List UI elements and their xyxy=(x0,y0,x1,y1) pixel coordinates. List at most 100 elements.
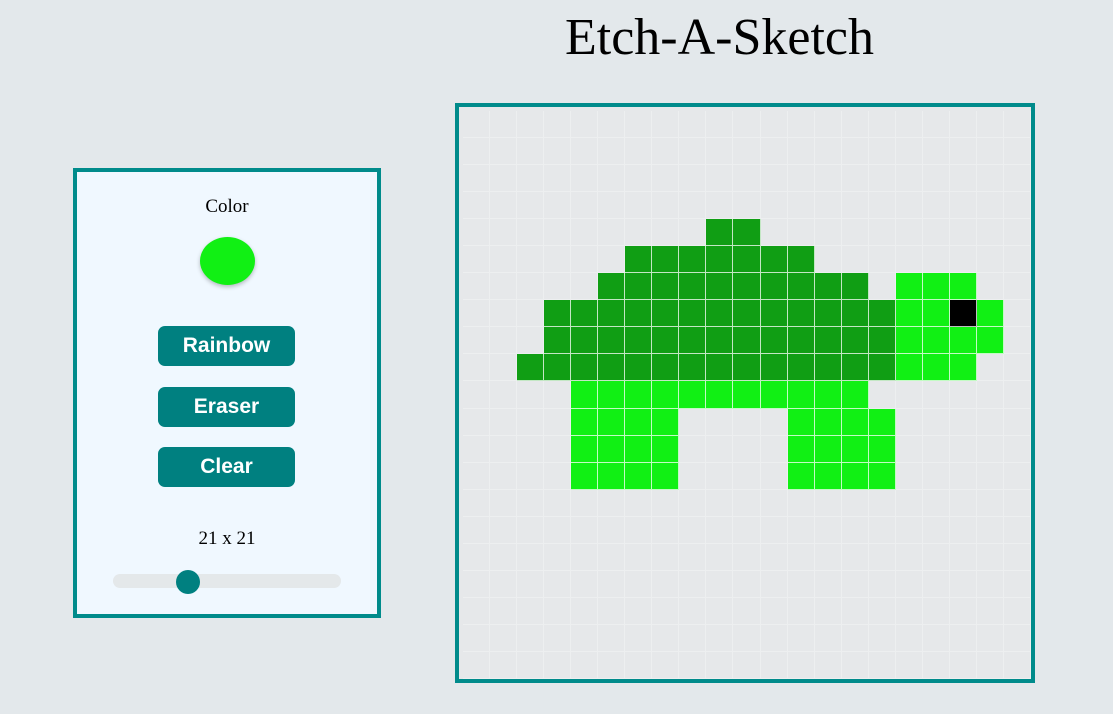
grid-cell[interactable] xyxy=(949,543,977,571)
grid-cell[interactable] xyxy=(706,435,734,463)
grid-cell[interactable] xyxy=(1003,165,1031,193)
grid-cell[interactable] xyxy=(976,435,1004,463)
grid-cell[interactable] xyxy=(868,543,896,571)
grid-cell[interactable] xyxy=(517,462,545,490)
grid-cell[interactable] xyxy=(787,300,815,328)
grid-cell[interactable] xyxy=(868,273,896,301)
grid-cell[interactable] xyxy=(760,651,788,679)
grid-cell[interactable] xyxy=(841,570,869,598)
grid-cell[interactable] xyxy=(706,192,734,220)
grid-cell[interactable] xyxy=(814,138,842,166)
grid-cell[interactable] xyxy=(976,273,1004,301)
grid-cell[interactable] xyxy=(841,192,869,220)
grid-cell[interactable] xyxy=(706,597,734,625)
grid-cell[interactable] xyxy=(679,138,707,166)
grid-cell[interactable] xyxy=(922,489,950,517)
grid-cell[interactable] xyxy=(679,624,707,652)
grid-cell[interactable] xyxy=(490,516,518,544)
grid-cell[interactable] xyxy=(706,300,734,328)
grid-cell[interactable] xyxy=(598,273,626,301)
grid-cell[interactable] xyxy=(733,273,761,301)
grid-cell[interactable] xyxy=(544,435,572,463)
grid-cell[interactable] xyxy=(544,192,572,220)
grid-cell[interactable] xyxy=(598,516,626,544)
grid-cell[interactable] xyxy=(787,543,815,571)
grid-cell[interactable] xyxy=(598,192,626,220)
grid-cell[interactable] xyxy=(544,651,572,679)
grid-cell[interactable] xyxy=(544,408,572,436)
grid-cell[interactable] xyxy=(625,624,653,652)
eraser-button[interactable]: Eraser xyxy=(158,387,295,427)
grid-cell[interactable] xyxy=(949,111,977,139)
grid-cell[interactable] xyxy=(652,462,680,490)
grid-cell[interactable] xyxy=(517,219,545,247)
grid-cell[interactable] xyxy=(490,597,518,625)
grid-cell[interactable] xyxy=(517,138,545,166)
grid-cell[interactable] xyxy=(625,273,653,301)
grid-cell[interactable] xyxy=(679,192,707,220)
grid-cell[interactable] xyxy=(814,462,842,490)
grid-cell[interactable] xyxy=(760,273,788,301)
grid-cell[interactable] xyxy=(544,543,572,571)
grid-cell[interactable] xyxy=(976,543,1004,571)
grid-cell[interactable] xyxy=(706,516,734,544)
grid-cell[interactable] xyxy=(517,624,545,652)
grid-cell[interactable] xyxy=(760,300,788,328)
grid-cell[interactable] xyxy=(760,111,788,139)
grid-cell[interactable] xyxy=(652,408,680,436)
grid-cell[interactable] xyxy=(625,219,653,247)
grid-cell[interactable] xyxy=(598,435,626,463)
grid-cell[interactable] xyxy=(976,651,1004,679)
grid-cell[interactable] xyxy=(652,327,680,355)
grid-cell[interactable] xyxy=(544,624,572,652)
grid-cell[interactable] xyxy=(895,597,923,625)
grid-cell[interactable] xyxy=(949,219,977,247)
grid-cell[interactable] xyxy=(544,462,572,490)
grid-cell[interactable] xyxy=(1003,543,1031,571)
grid-cell[interactable] xyxy=(814,327,842,355)
grid-size-slider-track[interactable] xyxy=(113,574,341,588)
grid-cell[interactable] xyxy=(841,408,869,436)
grid-cell[interactable] xyxy=(706,543,734,571)
grid-cell[interactable] xyxy=(922,570,950,598)
grid-cell[interactable] xyxy=(841,435,869,463)
grid-cell[interactable] xyxy=(571,516,599,544)
grid-cell[interactable] xyxy=(517,489,545,517)
grid-cell[interactable] xyxy=(895,516,923,544)
grid-cell[interactable] xyxy=(787,246,815,274)
grid-cell[interactable] xyxy=(922,300,950,328)
grid-cell[interactable] xyxy=(598,597,626,625)
grid-cell[interactable] xyxy=(490,327,518,355)
grid-cell[interactable] xyxy=(625,489,653,517)
grid-cell[interactable] xyxy=(733,489,761,517)
grid-cell[interactable] xyxy=(598,138,626,166)
grid-cell[interactable] xyxy=(544,354,572,382)
grid-cell[interactable] xyxy=(733,543,761,571)
grid-cell[interactable] xyxy=(625,192,653,220)
grid-cell[interactable] xyxy=(490,408,518,436)
grid-cell[interactable] xyxy=(463,570,491,598)
grid-cell[interactable] xyxy=(679,111,707,139)
grid-cell[interactable] xyxy=(463,408,491,436)
grid-cell[interactable] xyxy=(733,111,761,139)
grid-cell[interactable] xyxy=(976,219,1004,247)
grid-cell[interactable] xyxy=(652,435,680,463)
grid-cell[interactable] xyxy=(598,624,626,652)
grid-cell[interactable] xyxy=(571,327,599,355)
grid-cell[interactable] xyxy=(463,597,491,625)
grid-cell[interactable] xyxy=(868,165,896,193)
grid-cell[interactable] xyxy=(868,354,896,382)
grid-cell[interactable] xyxy=(895,489,923,517)
grid-cell[interactable] xyxy=(652,354,680,382)
grid-cell[interactable] xyxy=(733,327,761,355)
grid-cell[interactable] xyxy=(463,327,491,355)
grid-cell[interactable] xyxy=(976,597,1004,625)
grid-cell[interactable] xyxy=(571,111,599,139)
grid-cell[interactable] xyxy=(598,381,626,409)
grid-cell[interactable] xyxy=(814,543,842,571)
grid-cell[interactable] xyxy=(517,651,545,679)
grid-cell[interactable] xyxy=(679,597,707,625)
grid-cell[interactable] xyxy=(922,381,950,409)
grid-cell[interactable] xyxy=(841,165,869,193)
grid-cell[interactable] xyxy=(679,570,707,598)
